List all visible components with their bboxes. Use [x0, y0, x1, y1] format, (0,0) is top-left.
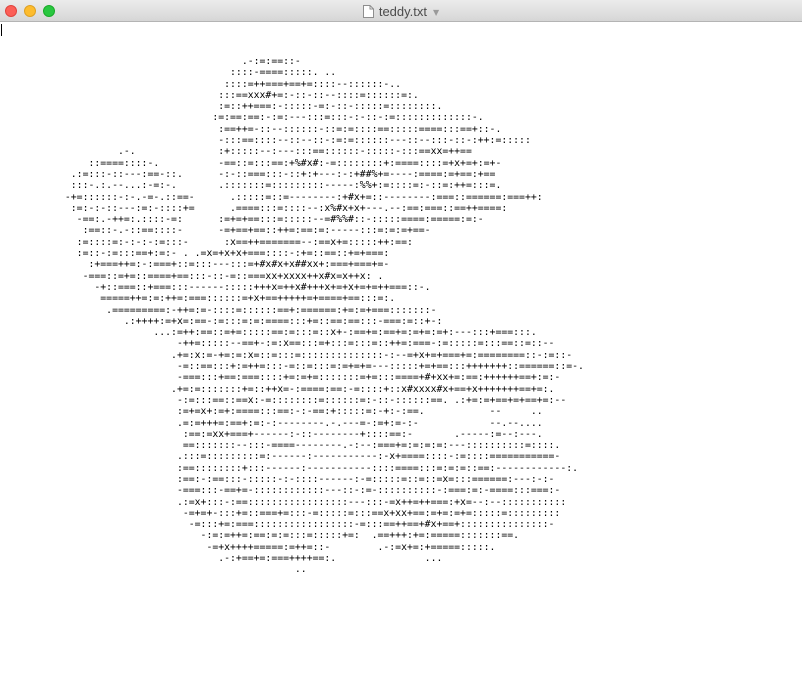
- ascii-art-text: .-:=:==::- ::::-====:::::. .. ::::=++===…: [64, 56, 584, 576]
- window-title: teddy.txt: [378, 3, 428, 19]
- window-title-group[interactable]: teddy.txt ▼: [0, 0, 802, 22]
- document-icon: [362, 4, 374, 18]
- title-bar[interactable]: teddy.txt ▼: [0, 0, 802, 22]
- chevron-down-icon[interactable]: ▼: [433, 8, 439, 17]
- text-editor-window: teddy.txt ▼ .-:=:==::- ::::-====:::::. .…: [0, 0, 802, 679]
- text-cursor: [1, 24, 2, 36]
- document-text-area[interactable]: .-:=:==::- ::::-====:::::. .. ::::=++===…: [0, 22, 802, 679]
